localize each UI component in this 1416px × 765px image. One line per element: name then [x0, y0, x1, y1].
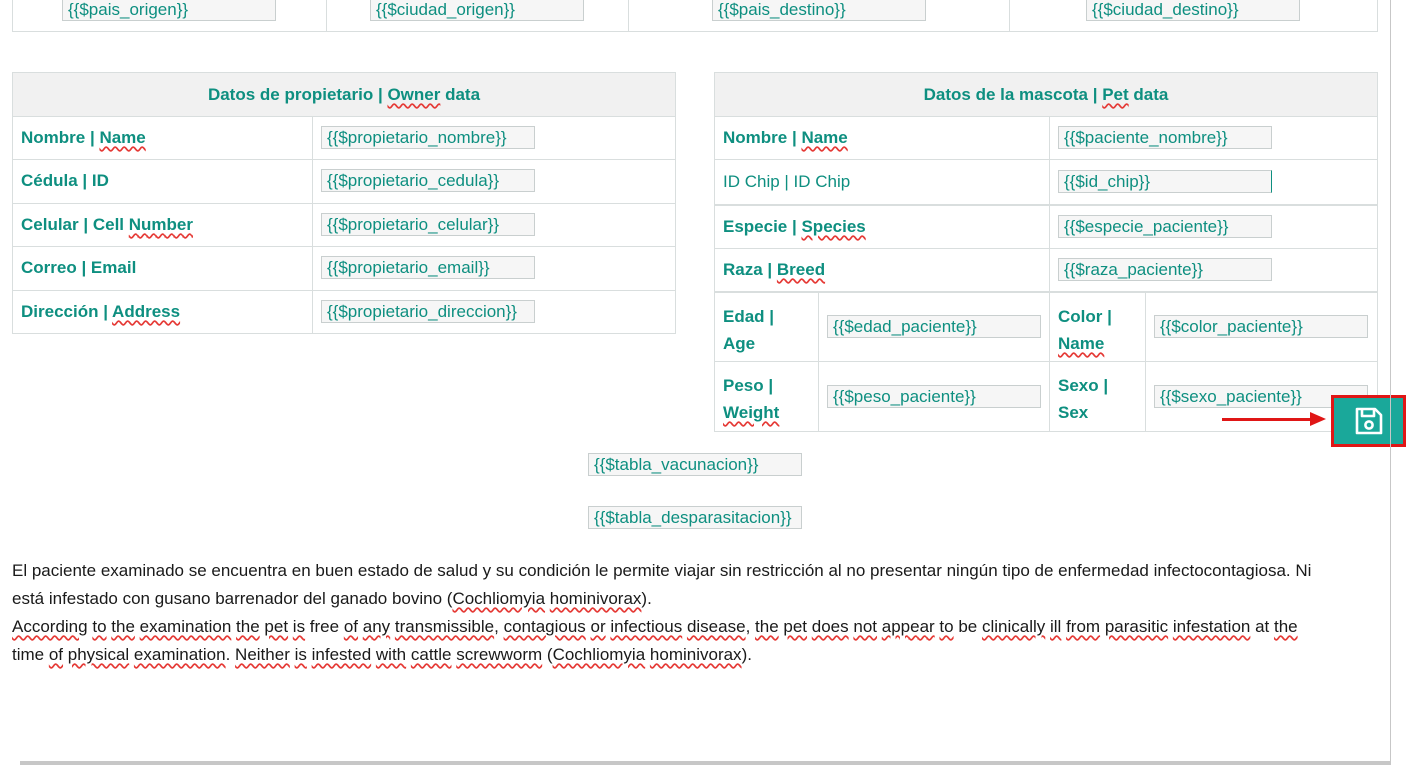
- pet-table-header: Datos de la mascota | Pet data: [715, 73, 1377, 117]
- health-statement-es-line1: El paciente examinado se encuentra en bu…: [12, 561, 1312, 580]
- pet-row-divider: [714, 248, 1378, 249]
- top-row-divider: [1377, 0, 1378, 32]
- pet-table-col-divider: [818, 292, 819, 432]
- owner-row-divider: [12, 290, 676, 291]
- owner-row-divider: [12, 203, 676, 204]
- health-statement-en-line2: time of physical examination. Neither is…: [12, 645, 752, 664]
- owner-header-en-rest: data: [440, 85, 481, 104]
- owner-row-divider: [12, 159, 676, 160]
- pet-color-field[interactable]: {{$color_paciente}}: [1154, 315, 1368, 338]
- pet-row-divider: [714, 291, 1378, 293]
- owner-cell-label: Celular | Cell Number: [21, 215, 193, 234]
- top-row-bottom-border: [12, 31, 1377, 32]
- top-row-divider: [12, 0, 13, 32]
- pet-header-en-word: Pet: [1102, 85, 1129, 104]
- pet-weight-field[interactable]: {{$peso_paciente}}: [827, 385, 1041, 408]
- pet-table-col-divider: [1049, 116, 1050, 432]
- pet-breed-field[interactable]: {{$raza_paciente}}: [1058, 258, 1272, 281]
- pet-chip-field[interactable]: {{$id_chip}}: [1058, 170, 1272, 193]
- top-row-divider: [1009, 0, 1010, 32]
- owner-table-header: Datos de propietario | Owner data: [13, 73, 675, 117]
- tabla-vacunacion-field[interactable]: {{$tabla_vacunacion}}: [588, 453, 802, 476]
- top-row-divider: [326, 0, 327, 32]
- owner-address-field[interactable]: {{$propietario_direccion}}: [321, 300, 535, 323]
- owner-name-field[interactable]: {{$propietario_nombre}}: [321, 126, 535, 149]
- health-statement-es-line2: está infestado con gusano barrenador del…: [12, 589, 652, 608]
- owner-cell-field[interactable]: {{$propietario_celular}}: [321, 213, 535, 236]
- page-right-edge: [1390, 0, 1391, 765]
- pais-destino-field[interactable]: {{$pais_destino}}: [712, 0, 926, 21]
- owner-email-label: Correo | Email: [21, 258, 137, 277]
- pet-header-en-rest: data: [1128, 85, 1169, 104]
- top-row-divider: [628, 0, 629, 32]
- pet-age-label: Edad | Age: [723, 307, 775, 353]
- owner-id-label: Cédula | ID: [21, 171, 109, 190]
- pet-breed-label: Raza | Breed: [723, 260, 826, 279]
- health-statement-en-line1: According to the examination the pet is …: [12, 617, 1298, 636]
- owner-id-field[interactable]: {{$propietario_cedula}}: [321, 169, 535, 192]
- owner-name-label: Nombre | Name: [21, 128, 146, 147]
- pet-table-col-divider: [1145, 292, 1146, 432]
- pet-sex-label: Sexo | Sex: [1058, 376, 1109, 422]
- ciudad-destino-field[interactable]: {{$ciudad_destino}}: [1086, 0, 1300, 21]
- pet-row-divider: [714, 361, 1378, 362]
- owner-row-divider: [12, 246, 676, 247]
- pet-chip-label: ID Chip | ID Chip: [723, 172, 851, 191]
- pet-age-field[interactable]: {{$edad_paciente}}: [827, 315, 1041, 338]
- pet-table: Datos de la mascota | Pet data: [714, 72, 1378, 432]
- save-button[interactable]: [1331, 395, 1406, 447]
- pet-weight-label: Peso | Weight: [723, 376, 780, 422]
- pet-row-divider: [714, 159, 1378, 160]
- owner-address-label: Dirección | Address: [21, 302, 181, 321]
- floppy-disk-icon: [1355, 407, 1382, 435]
- pet-header-es: Datos de la mascota |: [923, 85, 1103, 104]
- pet-species-field[interactable]: {{$especie_paciente}}: [1058, 215, 1272, 238]
- tabla-desparasitacion-field[interactable]: {{$tabla_desparasitacion}}: [588, 506, 802, 529]
- pais-origen-field[interactable]: {{$pais_origen}}: [62, 0, 276, 21]
- pet-name-label: Nombre | Name: [723, 128, 848, 147]
- annotation-arrow-line: [1222, 418, 1314, 421]
- horizontal-scrollbar[interactable]: [20, 761, 1390, 765]
- pet-row-divider: [714, 204, 1378, 206]
- pet-species-label: Especie | Species: [723, 217, 866, 236]
- pet-color-label: Color | Name: [1058, 307, 1112, 353]
- annotation-arrow-head: [1310, 412, 1326, 426]
- ciudad-origen-field[interactable]: {{$ciudad_origen}}: [370, 0, 584, 21]
- owner-header-en-word: Owner: [387, 85, 441, 104]
- owner-header-es: Datos de propietario |: [207, 85, 388, 104]
- owner-email-field[interactable]: {{$propietario_email}}: [321, 256, 535, 279]
- owner-table-col-divider: [312, 116, 313, 334]
- pet-name-field[interactable]: {{$paciente_nombre}}: [1058, 126, 1272, 149]
